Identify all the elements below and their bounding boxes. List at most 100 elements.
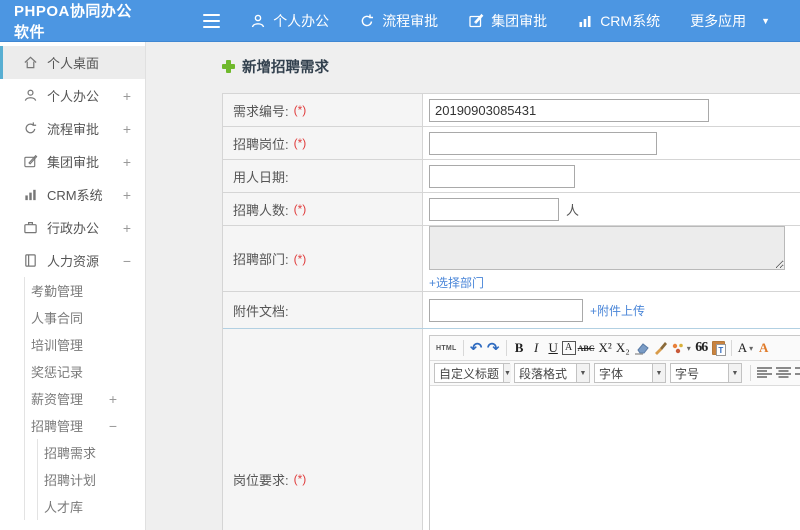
custom-title-select[interactable]: 自定义标题 ▼ — [434, 363, 511, 383]
undo-icon[interactable]: ↶ — [468, 338, 485, 358]
subscript-button[interactable]: X₂ — [614, 338, 632, 358]
sidebar-item-crm-system[interactable]: CRM系统 + — [0, 178, 145, 211]
sidebar-item-reward-punishment[interactable]: 奖惩记录 — [25, 358, 145, 385]
sidebar-item-training-mgmt[interactable]: 培训管理 — [25, 331, 145, 358]
add-plus-icon — [222, 60, 235, 73]
caret-down-icon: ▾ — [749, 343, 754, 353]
sidebar-item-recruit-mgmt[interactable]: 招聘管理 − — [25, 412, 145, 439]
redo-icon[interactable]: ↷ — [485, 338, 502, 358]
nav-personal-office[interactable]: 个人办公 — [250, 11, 329, 31]
nav-crm-system[interactable]: CRM系统 — [577, 11, 660, 31]
field-label: 招聘部门: — [233, 252, 289, 267]
form-row-job-requirements: 岗位要求: (*) HTML ↶ ↷ B I U A ABC X² X₂ ▾ 6… — [223, 329, 800, 530]
sidebar-item-personal-office[interactable]: 个人办公 + — [0, 79, 145, 112]
sidebar-item-personal-desktop[interactable]: 个人桌面 — [0, 46, 145, 79]
sidebar-item-group-approval[interactable]: 集团审批 + — [0, 145, 145, 178]
form-row-headcount: 招聘人数: (*) 人 — [223, 193, 800, 226]
sidebar-item-attendance-mgmt[interactable]: 考勤管理 — [25, 277, 145, 304]
caret-down-icon: ▼ — [576, 364, 589, 382]
strikethrough-button[interactable]: ABC — [576, 338, 597, 358]
sidebar-item-talent-pool[interactable]: 人才库 — [38, 493, 145, 520]
select-department-link[interactable]: +选择部门 — [429, 274, 484, 291]
attachment-upload-link[interactable]: +附件上传 — [590, 302, 645, 319]
caret-down-icon: ▼ — [728, 364, 741, 382]
html-source-button[interactable]: HTML — [434, 338, 459, 358]
rich-text-editor: HTML ↶ ↷ B I U A ABC X² X₂ ▾ 66 T A ▾ A … — [429, 335, 800, 530]
form-row-department: 招聘部门: (*) +选择部门 — [223, 226, 800, 292]
main-content: 新增招聘需求 需求编号: (*) 招聘岗位: (*) 用人日期: — [147, 42, 800, 530]
caret-down-icon: ▼ — [652, 364, 665, 382]
expand-icon[interactable]: + — [123, 220, 131, 236]
font-size-select[interactable]: 字号 ▼ — [670, 363, 742, 383]
align-right-icon[interactable] — [795, 367, 800, 379]
superscript-button[interactable]: X² — [597, 338, 614, 358]
demand-no-input[interactable] — [429, 98, 709, 122]
headcount-input[interactable] — [429, 197, 559, 221]
collapse-icon[interactable]: − — [109, 418, 117, 434]
required-mark: (*) — [293, 472, 307, 486]
form-row-hire-date: 用人日期: — [223, 160, 800, 193]
expand-icon[interactable]: + — [123, 154, 131, 170]
sidebar-item-personnel-contract[interactable]: 人事合同 — [25, 304, 145, 331]
underline-button[interactable]: U — [545, 338, 562, 358]
field-label: 招聘岗位: — [233, 136, 289, 152]
font-family-select[interactable]: 字体 ▼ — [594, 363, 666, 383]
person-icon — [22, 88, 38, 104]
eraser-icon[interactable] — [632, 338, 651, 358]
hr-book-icon — [22, 253, 38, 269]
recruit-demand-form: 需求编号: (*) 招聘岗位: (*) 用人日期: — [222, 93, 800, 530]
edit-icon — [22, 154, 38, 170]
font-color-button[interactable]: A ▾ — [736, 338, 755, 358]
blockquote-button[interactable]: 66 — [693, 338, 710, 358]
nav-workflow-approval[interactable]: 流程审批 — [359, 11, 438, 31]
editor-toolbar-row1: HTML ↶ ↷ B I U A ABC X² X₂ ▾ 66 T A ▾ A — [430, 336, 800, 361]
align-center-icon[interactable] — [776, 367, 791, 379]
app-title: PHPOA协同办公软件 — [14, 2, 132, 41]
expand-icon[interactable]: + — [109, 391, 117, 407]
position-input[interactable] — [429, 131, 657, 155]
nav-more-apps[interactable]: 更多应用 ▼ — [690, 11, 770, 31]
expand-icon[interactable]: + — [123, 121, 131, 137]
form-row-demand-no: 需求编号: (*) — [223, 94, 800, 127]
nav-group-approval[interactable]: 集团审批 — [468, 11, 547, 31]
sidebar: 个人桌面 个人办公 + 流程审批 + 集团审批 + CRM系统 + 行政办公 +… — [0, 42, 146, 530]
editor-toolbar-row2: 自定义标题 ▼ 段落格式 ▼ 字体 ▼ 字号 ▼ — [430, 361, 800, 386]
hamburger-menu-icon[interactable] — [202, 13, 221, 28]
bar-chart-icon — [22, 187, 38, 203]
sidebar-item-recruit-plan[interactable]: 招聘计划 — [38, 466, 145, 493]
required-mark: (*) — [293, 251, 307, 266]
unit-suffix: 人 — [566, 202, 580, 218]
paste-icon[interactable]: T — [710, 338, 727, 358]
form-row-position: 招聘岗位: (*) — [223, 127, 800, 160]
department-textarea[interactable] — [429, 226, 785, 270]
expand-icon[interactable]: + — [123, 88, 131, 104]
sidebar-item-admin-office[interactable]: 行政办公 + — [0, 211, 145, 244]
field-label: 附件文档: — [233, 303, 289, 319]
required-mark: (*) — [293, 136, 307, 150]
editor-content-area[interactable] — [430, 386, 800, 530]
person-icon — [250, 13, 266, 29]
hire-date-input[interactable] — [429, 164, 575, 188]
bold-button[interactable]: B — [511, 338, 528, 358]
field-label: 用人日期: — [233, 169, 289, 185]
highlight-color-icon[interactable]: ▾ — [669, 338, 693, 358]
top-nav: 个人办公 流程审批 集团审批 CRM系统 更多应用 ▼ — [250, 11, 800, 31]
recruit-submenu: 招聘需求 招聘计划 人才库 — [37, 439, 145, 520]
bar-chart-icon — [577, 13, 593, 29]
format-brush-icon[interactable] — [651, 338, 669, 358]
align-left-icon[interactable] — [757, 367, 772, 379]
attachment-input[interactable] — [429, 298, 583, 322]
paragraph-format-select[interactable]: 段落格式 ▼ — [514, 363, 590, 383]
sidebar-item-workflow-approval[interactable]: 流程审批 + — [0, 112, 145, 145]
background-color-button[interactable]: A — [755, 338, 772, 358]
top-header: PHPOA协同办公软件 个人办公 流程审批 集团审批 CRM系统 更多应用 ▼ — [0, 0, 800, 42]
field-label: 招聘人数: — [233, 202, 289, 218]
sidebar-item-recruit-demand[interactable]: 招聘需求 — [38, 439, 145, 466]
expand-icon[interactable]: + — [123, 187, 131, 203]
sidebar-item-human-resources[interactable]: 人力资源 − — [0, 244, 145, 277]
field-label: 需求编号: — [233, 103, 289, 119]
sidebar-item-salary-mgmt[interactable]: 薪资管理 + — [25, 385, 145, 412]
italic-button[interactable]: I — [528, 338, 545, 358]
font-style-button[interactable]: A — [561, 341, 576, 355]
collapse-icon[interactable]: − — [123, 253, 131, 269]
